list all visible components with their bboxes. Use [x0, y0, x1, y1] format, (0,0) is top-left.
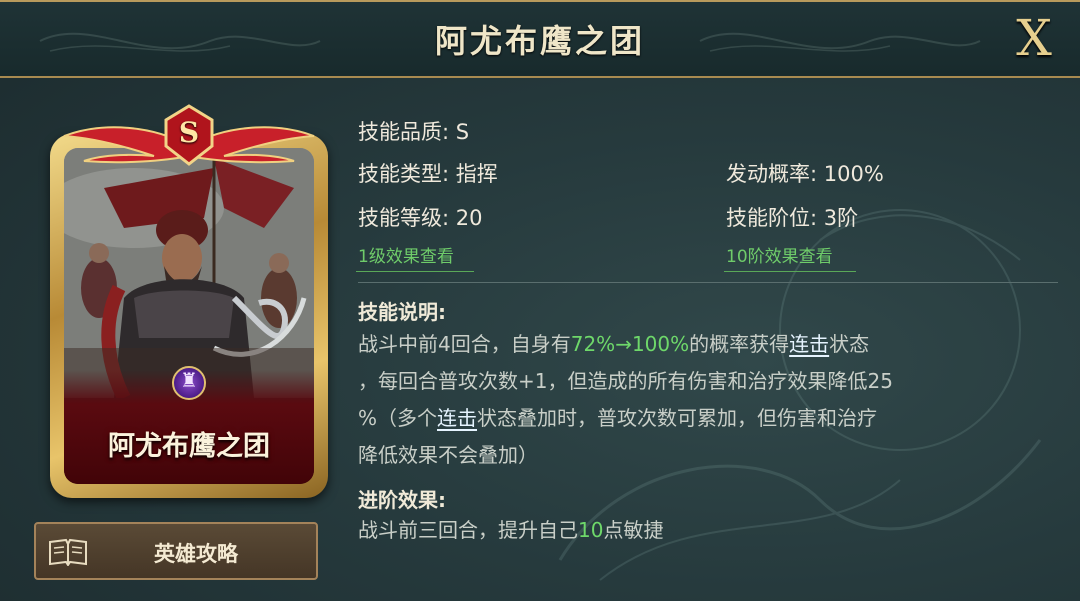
- skill-card: S ♜ 阿尤布鹰之团: [44, 104, 334, 504]
- advance-value-highlight: 10: [578, 518, 604, 542]
- skill-level: 技能等级: 20: [358, 206, 483, 230]
- combo-keyword-link[interactable]: 连击: [789, 332, 829, 356]
- skill-quality: 技能品质: S: [358, 120, 470, 144]
- skill-rank: 技能阶位: 3阶: [726, 206, 859, 230]
- skill-description: 战斗中前4回合，自身有72%→100%的概率获得连击状态 ，每回合普攻次数+1，…: [358, 326, 1058, 474]
- description-heading: 技能说明:: [358, 300, 446, 324]
- title-bar: 阿尤布鹰之团: [0, 0, 1080, 78]
- grade-letter: S: [178, 116, 200, 149]
- close-button[interactable]: X: [1010, 10, 1058, 66]
- combo-keyword-link-2[interactable]: 连击: [437, 406, 477, 430]
- level1-effect-link[interactable]: 1级效果查看: [358, 242, 454, 272]
- level1-link-underline: [356, 271, 474, 272]
- advance-heading: 进阶效果:: [358, 488, 446, 512]
- advance-effect-text: 战斗前三回合，提升自己10点敏捷: [358, 518, 664, 542]
- hero-guide-button[interactable]: 英雄攻略: [34, 522, 318, 580]
- description-line-4: 降低效果不会叠加）: [358, 443, 538, 467]
- skill-type: 技能类型: 指挥: [358, 162, 498, 186]
- card-name: 阿尤布鹰之团: [108, 431, 270, 462]
- section-divider: [358, 282, 1058, 283]
- description-line-3: %（多个连击状态叠加时，普攻次数可累加，但伤害和治疗: [358, 406, 878, 430]
- commander-portrait-art: [64, 148, 314, 398]
- book-icon: [49, 538, 87, 566]
- rate-highlight: 72%→100%: [570, 332, 690, 356]
- window-title: 阿尤布鹰之团: [434, 22, 645, 60]
- rank10-link-underline: [724, 271, 856, 272]
- description-line-1: 战斗中前4回合，自身有72%→100%的概率获得连击状态: [358, 332, 870, 356]
- description-line-2: ，每回合普攻次数+1，但造成的所有伤害和治疗效果降低25: [358, 369, 893, 393]
- rank10-effect-link[interactable]: 10阶效果查看: [726, 242, 833, 272]
- trigger-rate: 发动概率: 100%: [726, 162, 884, 186]
- hero-guide-label: 英雄攻略: [154, 542, 238, 566]
- faction-emblem-glyph: ♜: [180, 368, 198, 392]
